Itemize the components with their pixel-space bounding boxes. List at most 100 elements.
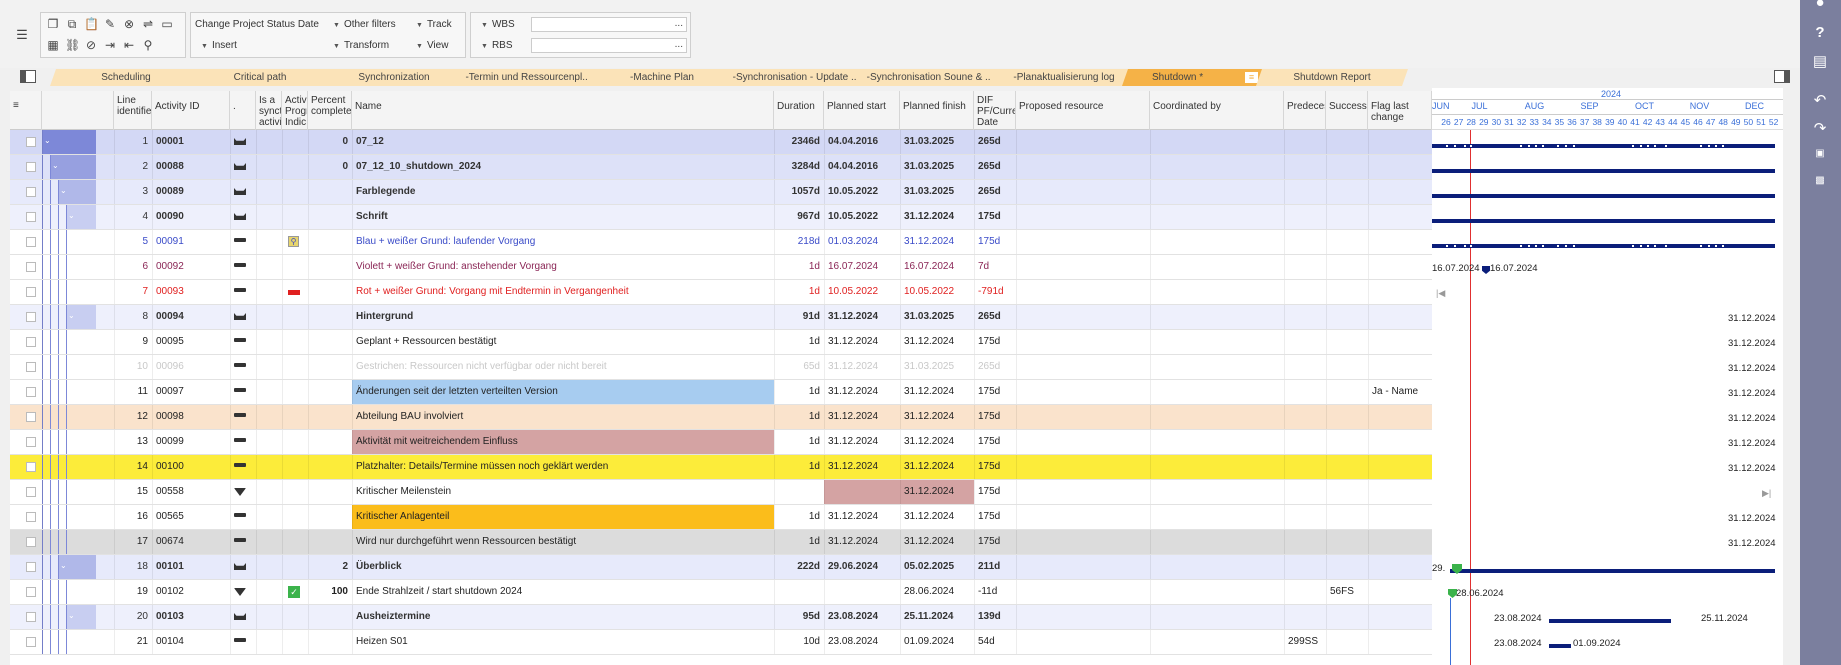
row-checkbox[interactable] xyxy=(26,587,36,597)
tab-termin-ressourcenplanung[interactable]: -Termin und Ressourcenpl... xyxy=(452,69,604,86)
rbs-input[interactable]: ... xyxy=(531,38,687,53)
table-row[interactable]: ⌄ 8 00094 Hintergrund 91d 31.12.2024 31.03.202… xyxy=(10,305,1432,330)
row-checkbox[interactable] xyxy=(26,287,36,297)
panel-toggle-icon[interactable] xyxy=(20,70,36,83)
other-filters-menu[interactable]: ▼ Other filters xyxy=(333,19,396,30)
row-checkbox[interactable] xyxy=(26,212,36,222)
tab-shutdown-report[interactable]: Shutdown Report xyxy=(1256,69,1408,86)
gantt-panel-toggle-icon[interactable] xyxy=(1774,70,1790,83)
table-row[interactable]: ⌄ 18 00101 2 Überblick 222d 29.06.2024 05.02.20… xyxy=(10,555,1432,580)
table-row[interactable]: 19 00102 ✓ 100 Ende Strahlzeit / start shutd… xyxy=(10,580,1432,605)
tab-menu-icon[interactable]: ≡ xyxy=(1245,72,1258,83)
col-duration-header[interactable]: Duration xyxy=(774,91,824,130)
row-checkbox[interactable] xyxy=(26,162,36,172)
row-checkbox[interactable] xyxy=(26,512,36,522)
user-icon[interactable]: ● xyxy=(1808,0,1832,14)
duplicate-icon[interactable]: ⧉ xyxy=(65,17,79,31)
row-checkbox[interactable] xyxy=(26,487,36,497)
col-successors-header[interactable]: Successo xyxy=(1326,91,1368,130)
transform-menu[interactable]: ▼ Transform xyxy=(333,40,389,51)
tab-critical-path[interactable]: Critical path xyxy=(184,69,336,86)
col-name-header[interactable]: Name xyxy=(352,91,774,130)
copy-icon[interactable]: ❐ xyxy=(46,17,60,31)
pdf-export-icon[interactable]: ▣ xyxy=(1808,143,1832,165)
track-menu[interactable]: ▼ Track xyxy=(416,19,452,30)
col-activity-id-header[interactable]: Activity ID xyxy=(152,91,230,130)
view-menu[interactable]: ▼ View xyxy=(416,40,448,51)
tab-synchronisation-update[interactable]: -Synchronisation - Update ... xyxy=(720,69,872,86)
row-checkbox[interactable] xyxy=(26,137,36,147)
col-line-header[interactable]: Line identifie xyxy=(114,91,152,130)
table-row[interactable]: 17 00674 Wird nur durchgeführt wenn Ressou… xyxy=(10,530,1432,555)
col-flag-header[interactable]: Flag last change xyxy=(1368,91,1432,130)
expand-chevron-icon[interactable]: ⌄ xyxy=(60,561,67,570)
settings-sliders-icon[interactable]: ☰ xyxy=(15,28,29,42)
unlink-icon[interactable]: ⊘ xyxy=(84,38,98,52)
row-checkbox[interactable] xyxy=(26,562,36,572)
table-row[interactable]: 21 00104 Heizen S01 10d 23.08.2024 01.09.2024… xyxy=(10,630,1432,655)
col-progress-indicator-header[interactable]: Activ Progr Indic xyxy=(282,91,308,130)
table-row[interactable]: ⌄ 20 00103 Ausheiztermine 95d 23.08.2024 25.11… xyxy=(10,605,1432,630)
table-row[interactable]: ⌄ 4 00090 Schrift 967d 10.05.2022 31.12.2024 17… xyxy=(10,205,1432,230)
change-status-button[interactable]: Change Project Status Date xyxy=(195,19,319,30)
table-row[interactable]: ⌄ 3 00089 Farblegende 1057d 10.05.2022 31.03.2… xyxy=(10,180,1432,205)
col-dif-header[interactable]: DIF PF/Curre Date xyxy=(974,91,1016,130)
table-row[interactable]: ⌄ 1 00001 0 07_12 2346d 04.04.2016 31.03.2025 26… xyxy=(10,130,1432,155)
table-row[interactable]: ⌄ 2 00088 0 07_12_10_shutdown_2024 3284d 04.04… xyxy=(10,155,1432,180)
gantt-scroll-left-icon[interactable]: |◀ xyxy=(1436,288,1445,299)
col-coordinated-by-header[interactable]: Coordinated by xyxy=(1150,91,1284,130)
table-row[interactable]: 6 00092 Violett + weißer Grund: anstehende… xyxy=(10,255,1432,280)
expand-chevron-icon[interactable]: ⌄ xyxy=(68,211,75,220)
col-planned-start-header[interactable]: Planned start xyxy=(824,91,900,130)
table-row[interactable]: 9 00095 Geplant + Ressourcen bestätigt 1d 31… xyxy=(10,330,1432,355)
pin-icon[interactable]: ⚲ xyxy=(141,38,155,52)
link-icon[interactable]: ⛓ xyxy=(65,38,80,52)
row-checkbox[interactable] xyxy=(26,637,36,647)
col-planned-finish-header[interactable]: Planned finish xyxy=(900,91,974,130)
table-row[interactable]: 10 00096 Gestrichen: Ressourcen nicht verf… xyxy=(10,355,1432,380)
table-row[interactable]: 14 00100 Platzhalter: Details/Termine müss… xyxy=(10,455,1432,480)
tab-machine-plan[interactable]: -Machine Plan xyxy=(586,69,738,86)
col-sync-header[interactable]: Is a synct activi xyxy=(256,91,282,130)
table-row[interactable]: 12 00098 Abteilung BAU involviert 1d 31.12.2… xyxy=(10,405,1432,430)
table-row[interactable]: 16 00565 Kritischer Anlagenteil 1d 31.12.202… xyxy=(10,505,1432,530)
rbs-selector[interactable]: ▼ RBS xyxy=(481,40,513,51)
row-checkbox[interactable] xyxy=(26,312,36,322)
powerpoint-export-icon[interactable]: ▩ xyxy=(1808,170,1832,192)
redo-icon[interactable]: ↷ xyxy=(1808,118,1832,140)
expand-chevron-icon[interactable]: ⌄ xyxy=(52,161,59,170)
row-checkbox[interactable] xyxy=(26,437,36,447)
col-predecessors-header[interactable]: Predeces xyxy=(1284,91,1326,130)
row-selector-header-icon[interactable]: ≡ xyxy=(10,91,42,130)
table-row[interactable]: 13 00099 Aktivität mit weitreichendem Einf… xyxy=(10,430,1432,455)
col-percent-header[interactable]: Percent complete xyxy=(308,91,352,130)
comment-icon[interactable]: ▭ xyxy=(160,17,174,31)
undo-icon[interactable]: ↶ xyxy=(1808,90,1832,112)
delete-icon[interactable]: ⊗ xyxy=(122,17,136,31)
table-row[interactable]: 7 00093 Rot + weißer Grund: Vorgang mit En… xyxy=(10,280,1432,305)
table-row[interactable]: 11 00097 Änderungen seit der letzten verte… xyxy=(10,380,1432,405)
expand-chevron-icon[interactable]: ⌄ xyxy=(44,136,51,145)
wrap-icon[interactable]: ⇌ xyxy=(141,17,155,31)
chat-icon[interactable]: ▤ xyxy=(1808,51,1832,73)
tab-synchronization[interactable]: Synchronization xyxy=(318,69,470,86)
tab-shutdown[interactable]: Shutdown * ≡ xyxy=(1122,69,1274,86)
table-row[interactable]: 5 00091 ⚲ Blau + weißer Grund: laufender Vo… xyxy=(10,230,1432,255)
row-checkbox[interactable] xyxy=(26,462,36,472)
insert-menu[interactable]: ▼ Insert xyxy=(201,40,237,51)
paste-icon[interactable]: 📋 xyxy=(84,17,99,31)
row-checkbox[interactable] xyxy=(26,237,36,247)
expand-chevron-icon[interactable]: ⌄ xyxy=(68,611,75,620)
wbs-input[interactable]: ... xyxy=(531,17,687,32)
table-icon[interactable]: ▦ xyxy=(46,38,60,52)
row-checkbox[interactable] xyxy=(26,262,36,272)
gantt-scroll-right-icon[interactable]: ▶| xyxy=(1762,488,1771,499)
edit-icon[interactable]: ✎ xyxy=(103,17,117,31)
row-checkbox[interactable] xyxy=(26,412,36,422)
row-checkbox[interactable] xyxy=(26,187,36,197)
col-proposed-resource-header[interactable]: Proposed resource xyxy=(1016,91,1150,130)
row-checkbox[interactable] xyxy=(26,387,36,397)
row-checkbox[interactable] xyxy=(26,337,36,347)
tab-planaktualisierung-log[interactable]: -Planaktualisierung log xyxy=(988,69,1140,86)
row-checkbox[interactable] xyxy=(26,537,36,547)
